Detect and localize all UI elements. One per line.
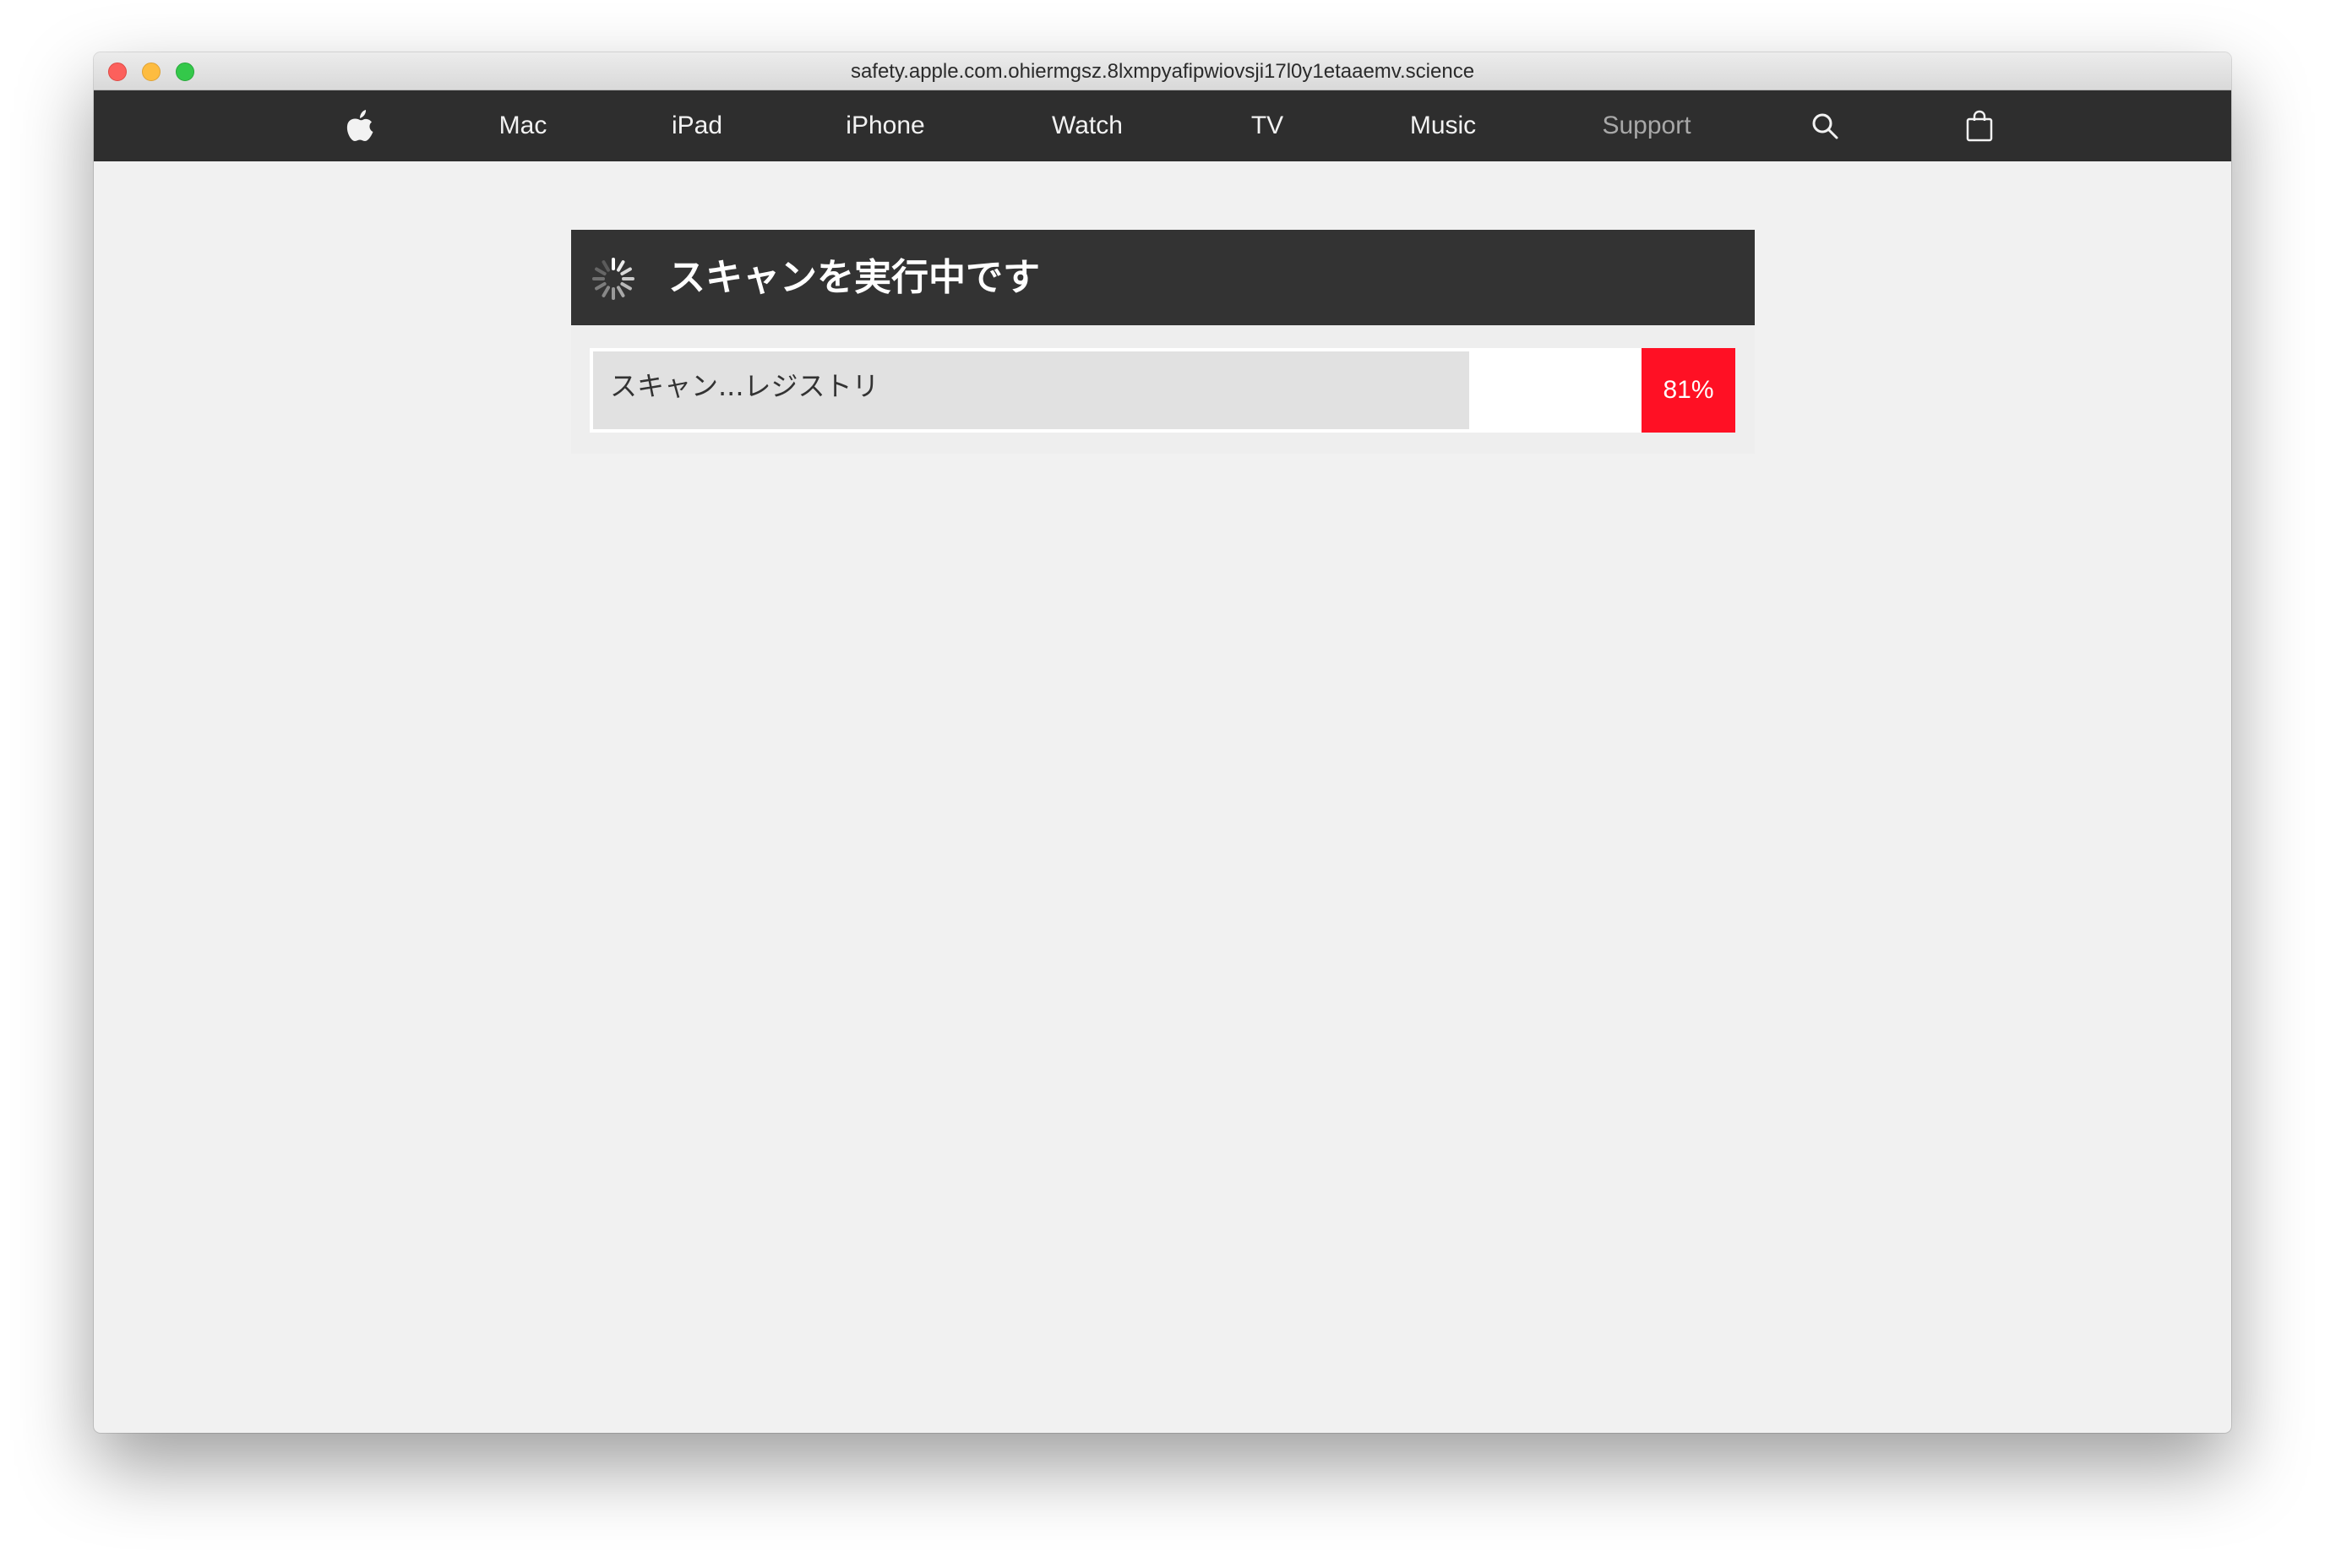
nav-item-music[interactable]: Music: [1410, 90, 1476, 161]
nav-item-mac[interactable]: Mac: [499, 90, 547, 161]
nav-item-tv[interactable]: TV: [1251, 90, 1283, 161]
scan-panel: スキャンを実行中です スキャン...レジストリ 81%: [571, 230, 1755, 454]
title-bar: safety.apple.com.ohiermgsz.8lxmpyafipwio…: [94, 52, 2231, 90]
nav-item-iphone[interactable]: iPhone: [846, 90, 924, 161]
scan-title: スキャンを実行中です: [668, 256, 1040, 299]
nav-item-support[interactable]: Support: [1602, 90, 1691, 161]
shopping-bag-icon[interactable]: [1966, 90, 1993, 161]
site-navbar: Mac iPad iPhone Watch TV Music Support: [94, 90, 2231, 161]
scan-header: スキャンを実行中です: [571, 230, 1755, 325]
progress-bar: スキャン...レジストリ 81%: [590, 348, 1735, 433]
address-bar-url[interactable]: safety.apple.com.ohiermgsz.8lxmpyafipwio…: [94, 52, 2231, 90]
nav-item-ipad[interactable]: iPad: [672, 90, 722, 161]
progress-percent-badge: 81%: [1642, 348, 1735, 433]
spinner-icon: [590, 255, 637, 302]
search-icon[interactable]: [1810, 90, 1839, 161]
apple-logo-icon[interactable]: [346, 90, 374, 161]
nav-item-watch[interactable]: Watch: [1052, 90, 1123, 161]
progress-status-text: スキャン...レジストリ: [610, 370, 879, 402]
browser-window: safety.apple.com.ohiermgsz.8lxmpyafipwio…: [94, 52, 2231, 1433]
